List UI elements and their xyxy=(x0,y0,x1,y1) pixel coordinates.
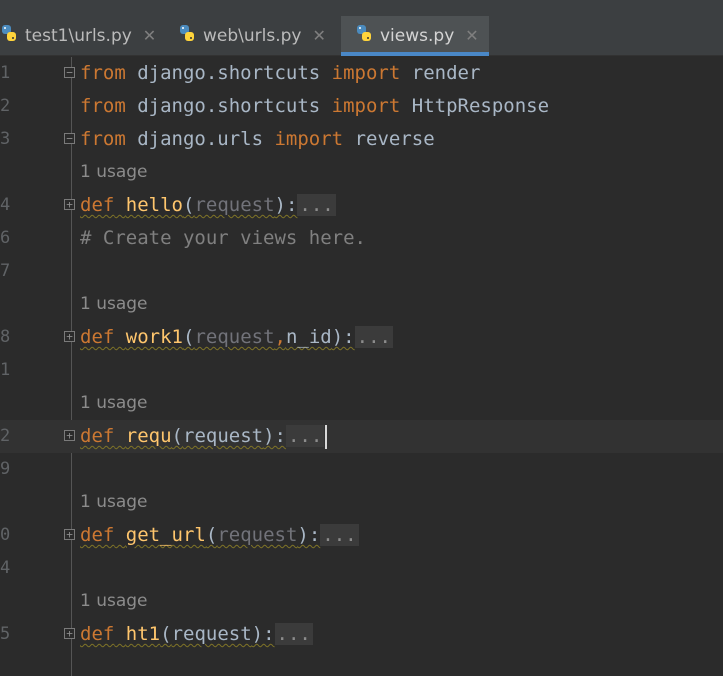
usage-hint-row: 1 usage xyxy=(0,156,723,189)
line-number: 9 xyxy=(0,459,11,479)
code-text: from django.shortcuts import render xyxy=(80,62,481,84)
line-number: 1 xyxy=(0,360,11,380)
folded-body: ... xyxy=(297,194,336,216)
folded-body: ... xyxy=(354,326,393,348)
tab-views[interactable]: views.py ✕ xyxy=(341,16,489,56)
close-icon[interactable]: ✕ xyxy=(465,26,478,45)
tab-web-urls[interactable]: web\urls.py ✕ xyxy=(178,16,338,55)
line-number: 4 xyxy=(0,558,11,578)
folded-body: ... xyxy=(285,425,325,447)
text-caret xyxy=(325,424,328,449)
code-text: def work1(request,n_id):... xyxy=(80,326,393,348)
tab-test1-urls[interactable]: test1\urls.py ✕ xyxy=(0,16,170,55)
fold-collapse-icon[interactable]: − xyxy=(64,67,75,78)
window-top-strip xyxy=(0,0,723,16)
folded-body: ... xyxy=(320,524,359,546)
fold-expand-icon[interactable]: + xyxy=(64,628,75,639)
tab-label: views.py xyxy=(380,25,455,46)
usage-hint[interactable]: 1 usage xyxy=(80,486,148,519)
usage-hint[interactable]: 1 usage xyxy=(80,156,148,189)
line-number: 4 xyxy=(0,195,11,215)
line-number: 2 xyxy=(0,426,11,446)
usage-hint-row: 1 usage xyxy=(0,288,723,321)
usage-hint[interactable]: 1 usage xyxy=(80,387,148,420)
usage-hint[interactable]: 1 usage xyxy=(80,585,148,618)
code-line[interactable]: 1 xyxy=(0,354,723,387)
close-icon[interactable]: ✕ xyxy=(143,26,156,45)
python-file-icon xyxy=(355,24,373,47)
code-line[interactable]: 0 + def get_url(request):... xyxy=(0,519,723,552)
code-text: from django.urls import reverse xyxy=(80,128,435,150)
code-line[interactable]: 4 xyxy=(0,552,723,585)
usage-hint-row: 1 usage xyxy=(0,387,723,420)
usage-hint[interactable]: 1 usage xyxy=(80,288,148,321)
close-icon[interactable]: ✕ xyxy=(312,26,325,45)
usage-hint-row: 1 usage xyxy=(0,486,723,519)
line-number: 7 xyxy=(0,261,11,281)
usage-hint-row: 1 usage xyxy=(0,585,723,618)
fold-collapse-icon[interactable]: − xyxy=(64,133,75,144)
folded-body: ... xyxy=(274,623,313,645)
python-file-icon xyxy=(178,24,196,47)
code-line[interactable]: 8 + def work1(request,n_id):... xyxy=(0,321,723,354)
line-number: 1 xyxy=(0,63,11,83)
line-number: 8 xyxy=(0,327,11,347)
code-line[interactable]: 5 + def ht1(request):... xyxy=(0,618,723,651)
line-number: 3 xyxy=(0,129,11,149)
code-line[interactable]: 1 − from django.shortcuts import render xyxy=(0,57,723,90)
code-line[interactable]: 6 # Create your views here. xyxy=(0,222,723,255)
fold-expand-icon[interactable]: + xyxy=(64,331,75,342)
fold-expand-icon[interactable]: + xyxy=(64,430,75,441)
line-number: 0 xyxy=(0,525,11,545)
code-text: def get_url(request):... xyxy=(80,524,359,546)
code-comment: # Create your views here. xyxy=(80,227,366,249)
code-text: def ht1(request):... xyxy=(80,623,313,645)
tab-label: web\urls.py xyxy=(203,25,302,46)
code-text: from django.shortcuts import HttpRespons… xyxy=(80,95,550,117)
tab-label: test1\urls.py xyxy=(25,25,132,46)
code-editor[interactable]: 1 − from django.shortcuts import render … xyxy=(0,57,723,676)
fold-expand-icon[interactable]: + xyxy=(64,529,75,540)
code-line[interactable]: 3 − from django.urls import reverse xyxy=(0,123,723,156)
code-line[interactable]: 4 + def hello(request):... xyxy=(0,189,723,222)
code-text: def requ(request):... xyxy=(80,420,328,453)
line-number: 5 xyxy=(0,624,11,644)
line-number: 2 xyxy=(0,96,11,116)
editor-tab-bar: test1\urls.py ✕ web\urls.py ✕ views.py ✕ xyxy=(0,16,723,56)
python-file-icon xyxy=(0,24,18,47)
code-line[interactable]: 9 xyxy=(0,453,723,486)
line-number: 6 xyxy=(0,228,11,248)
code-line[interactable]: 7 xyxy=(0,255,723,288)
code-line[interactable]: 2 from django.shortcuts import HttpRespo… xyxy=(0,90,723,123)
fold-expand-icon[interactable]: + xyxy=(64,199,75,210)
code-text: def hello(request):... xyxy=(80,194,336,216)
code-line-current[interactable]: 2 + def requ(request):... xyxy=(0,420,723,453)
